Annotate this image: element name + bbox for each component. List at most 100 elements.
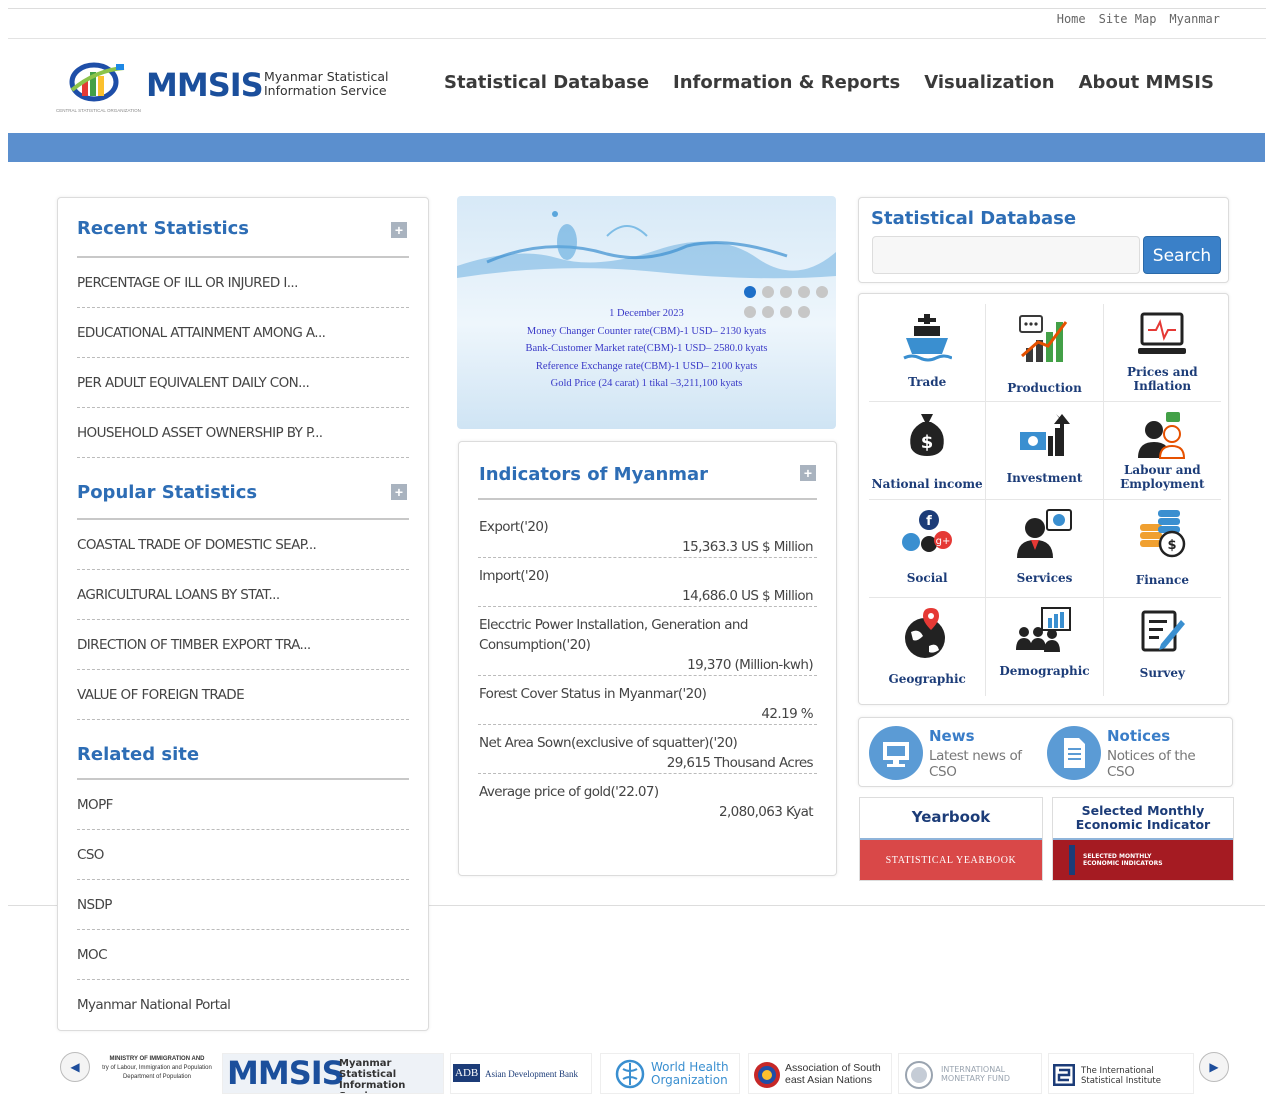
- category-finance[interactable]: $ Finance: [1103, 500, 1221, 598]
- partner-adb-badge: ADB: [453, 1064, 481, 1082]
- category-prices-inflation[interactable]: Prices and Inflation: [1103, 304, 1221, 402]
- asean-emblem-icon: [754, 1062, 780, 1088]
- nav-about-mmsis[interactable]: About MMSIS: [1079, 72, 1214, 93]
- slider-dot[interactable]: [762, 286, 774, 298]
- category-label: Survey: [1139, 666, 1185, 680]
- category-investment[interactable]: Investment: [986, 402, 1104, 500]
- popular-item[interactable]: VALUE OF FOREIGN TRADE: [77, 670, 409, 720]
- partner-asean-line-2: east Asian Nations: [785, 1074, 872, 1086]
- partner-imf-line-1: INTERNATIONAL: [941, 1065, 1006, 1074]
- slider-dot[interactable]: [798, 286, 810, 298]
- slider-dot[interactable]: [780, 286, 792, 298]
- indicator-forest-cover[interactable]: Forest Cover Status in Myanmar('20) 42.1…: [478, 676, 817, 725]
- yearbook-cover-image: STATISTICAL YEARBOOK: [860, 840, 1042, 880]
- partner-mmsis-logo[interactable]: MMSIS Myanmar Statistical Information Se…: [222, 1053, 444, 1094]
- site-map-link[interactable]: Site Map: [1099, 12, 1157, 26]
- indicator-net-area-sown[interactable]: Net Area Sown(exclusive of squatter)('20…: [478, 725, 817, 774]
- indicator-export[interactable]: Export('20) 15,363.3 US $ Million: [478, 500, 817, 558]
- related-link-national-portal[interactable]: Myanmar National Portal: [77, 980, 409, 1030]
- category-survey[interactable]: Survey: [1104, 598, 1221, 696]
- category-label: Demographic: [999, 664, 1090, 678]
- indicator-value: 15,363.3 US $ Million: [682, 539, 814, 555]
- carousel-prev-icon[interactable]: ◀: [60, 1052, 90, 1082]
- indicator-label: Elecctric Power Installation, Generation…: [479, 617, 748, 653]
- slide-caption: 1 December 2023 Money Changer Counter ra…: [457, 305, 836, 393]
- category-services[interactable]: Services: [986, 500, 1104, 598]
- home-link[interactable]: Home: [1057, 12, 1086, 26]
- cover-stripe: [1069, 845, 1075, 875]
- category-label: Production: [1007, 381, 1082, 395]
- popular-expand-icon[interactable]: +: [391, 484, 407, 500]
- category-labour-employment[interactable]: Labour and Employment: [1103, 402, 1221, 500]
- recent-item[interactable]: PER ADULT EQUIVALENT DAILY CON...: [77, 358, 409, 408]
- exchange-rate-slider[interactable]: 1 December 2023 Money Changer Counter ra…: [457, 196, 836, 429]
- popular-item[interactable]: COASTAL TRADE OF DOMESTIC SEAP...: [77, 520, 409, 570]
- notices-title: Notices: [1107, 727, 1171, 745]
- category-demographic[interactable]: Demographic: [986, 598, 1104, 696]
- indicators-panel: Indicators of Myanmar + Export('20) 15,3…: [458, 441, 837, 876]
- partner-mmsis-brand: MMSIS: [227, 1054, 345, 1092]
- recent-item[interactable]: HOUSEHOLD ASSET OWNERSHIP BY P...: [77, 408, 409, 458]
- monthly-indicator-card[interactable]: Selected Monthly Economic Indicator SELE…: [1052, 797, 1234, 881]
- yearbook-title: Yearbook: [860, 798, 1042, 840]
- indicators-expand-icon[interactable]: +: [800, 465, 816, 481]
- recent-item[interactable]: EDUCATIONAL ATTAINMENT AMONG A...: [77, 308, 409, 358]
- slide-date: 1 December 2023: [609, 308, 684, 319]
- category-production[interactable]: Production: [986, 304, 1104, 402]
- indicator-label: Import('20): [479, 568, 549, 584]
- popular-statistics-title: Popular Statistics: [77, 482, 258, 503]
- popular-item[interactable]: AGRICULTURAL LOANS BY STAT...: [77, 570, 409, 620]
- popular-item[interactable]: DIRECTION OF TIMBER EXPORT TRA...: [77, 620, 409, 670]
- carousel-next-icon[interactable]: ▶: [1199, 1052, 1229, 1082]
- partner-imf-logo[interactable]: INTERNATIONAL MONETARY FUND: [898, 1053, 1042, 1094]
- news-notices-panel: News Latest news of CSO Notices Notices …: [858, 717, 1233, 787]
- news-icon: [869, 726, 923, 780]
- indicator-import[interactable]: Import('20) 14,686.0 US $ Million: [478, 558, 817, 607]
- category-social[interactable]: f g+ Social: [869, 500, 987, 598]
- partner-who-logo[interactable]: World Health Organization: [600, 1053, 740, 1094]
- nav-visualization[interactable]: Visualization: [924, 72, 1054, 93]
- news-subtitle: Latest news of CSO: [929, 748, 1022, 780]
- partner-adb-logo[interactable]: ADB Asian Development Bank: [450, 1053, 592, 1094]
- coins-icon: $: [1140, 510, 1186, 558]
- slide-rate-bank-customer: Bank-Customer Market rate(CBM)-1 USD– 25…: [525, 343, 768, 354]
- partner-logo-carousel: ◀ MINISTRY OF IMMIGRATION AND try of Lab…: [60, 1050, 1230, 1096]
- related-link-cso[interactable]: CSO: [77, 830, 409, 880]
- nav-information-reports[interactable]: Information & Reports: [673, 72, 900, 93]
- search-button[interactable]: Search: [1143, 236, 1221, 274]
- money-bag-icon: $: [910, 414, 944, 456]
- indicator-value: 42.19 %: [761, 706, 813, 722]
- nav-statistical-database[interactable]: Statistical Database: [444, 72, 649, 93]
- notices-subtitle: Notices of the CSO: [1107, 748, 1196, 780]
- related-link-moc[interactable]: MOC: [77, 930, 409, 980]
- partner-ministry-logo[interactable]: MINISTRY OF IMMIGRATION AND try of Labou…: [92, 1053, 220, 1094]
- partner-isi-logo[interactable]: The International Statistical Institute: [1048, 1053, 1194, 1094]
- slide-rate-money-changer: Money Changer Counter rate(CBM)-1 USD– 2…: [526, 325, 767, 337]
- yearbook-card[interactable]: Yearbook STATISTICAL YEARBOOK: [859, 797, 1043, 881]
- slider-dot[interactable]: [816, 286, 828, 298]
- search-input[interactable]: [872, 236, 1140, 274]
- news-title: News: [929, 727, 975, 745]
- utility-links: Home Site Map Myanmar: [1057, 12, 1220, 26]
- category-trade[interactable]: Trade: [869, 304, 987, 402]
- indicator-gold-price[interactable]: Average price of gold('22.07) 2,080,063 …: [478, 774, 817, 822]
- category-geographic[interactable]: Geographic: [869, 598, 987, 696]
- partner-asean-logo[interactable]: Association of South east Asian Nations: [748, 1053, 892, 1094]
- site-logo[interactable]: MMSIS Myanmar Statistical Information Se…: [56, 56, 401, 116]
- blue-banner: [8, 133, 1265, 162]
- myanmar-language-link[interactable]: Myanmar: [1169, 12, 1220, 26]
- slider-dot[interactable]: [744, 286, 756, 298]
- partner-adb-name: Asian Development Bank: [485, 1069, 578, 1079]
- category-national-income[interactable]: $ National income: [869, 402, 987, 500]
- indicator-electric-power[interactable]: Elecctric Power Installation, Generation…: [478, 607, 817, 676]
- isi-emblem-icon: [1053, 1064, 1075, 1086]
- monitor-pulse-icon: [1138, 312, 1187, 354]
- header-divider: [8, 38, 1266, 39]
- svg-text:f: f: [926, 514, 932, 529]
- related-link-mopf[interactable]: MOPF: [77, 780, 409, 830]
- recent-expand-icon[interactable]: +: [391, 222, 407, 238]
- related-link-nsdp[interactable]: NSDP: [77, 880, 409, 930]
- notices-document-icon: [1047, 726, 1101, 780]
- recent-item[interactable]: PERCENTAGE OF ILL OR INJURED I...: [77, 258, 409, 308]
- main-navigation: Statistical Database Information & Repor…: [444, 72, 1214, 93]
